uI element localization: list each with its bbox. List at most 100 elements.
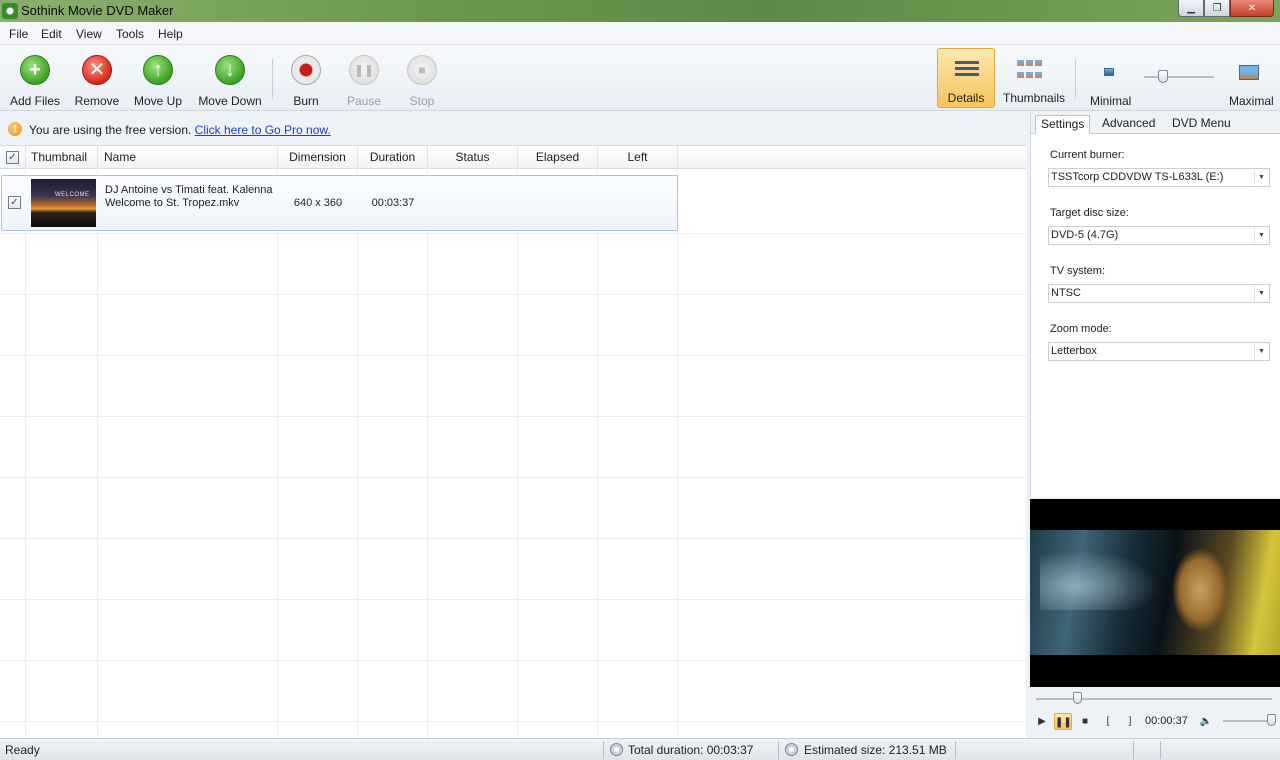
video-thumbnail: WELCOME [31, 179, 96, 227]
video-frame [1030, 530, 1280, 655]
stop-player-icon[interactable]: ■ [1076, 713, 1094, 730]
volume-thumb[interactable] [1267, 714, 1276, 726]
seek-bar[interactable] [1036, 698, 1272, 700]
tab-advanced[interactable]: Advanced [1097, 115, 1160, 134]
menu-view[interactable]: View [76, 27, 102, 41]
zoom-mode-select[interactable]: Letterbox ▼ [1048, 342, 1270, 361]
plus-icon: + [20, 55, 50, 85]
details-list-icon [955, 61, 979, 83]
remove-button[interactable]: ✕ Remove [72, 45, 122, 109]
file-name: DJ Antoine vs Timati feat. Kalenna Welco… [105, 184, 273, 209]
list-header: ✓ Thumbnail Name Dimension Duration Stat… [0, 146, 1026, 169]
chevron-down-icon: ▼ [1254, 344, 1268, 359]
seek-thumb[interactable] [1073, 692, 1082, 704]
tab-dvd-menu[interactable]: DVD Menu [1167, 115, 1236, 134]
zoom-slider-thumb[interactable] [1158, 70, 1168, 83]
thumbnails-grid-icon [1017, 60, 1045, 82]
menu-help[interactable]: Help [158, 27, 183, 41]
details-view-button[interactable]: Details [937, 48, 995, 108]
stop-button[interactable]: ■ Stop [400, 45, 444, 109]
thumbnails-view-button[interactable]: Thumbnails [1003, 48, 1065, 108]
mark-in-icon[interactable]: [ [1099, 713, 1117, 730]
burn-button[interactable]: Burn [284, 45, 328, 109]
zoom-mode-value: Letterbox [1051, 345, 1097, 357]
minimal-label: Minimal [1090, 94, 1132, 108]
maximal-label: Maximal [1229, 94, 1274, 108]
current-burner-value: TSSTcorp CDDVDW TS-L633L (E:) [1051, 171, 1224, 183]
video-preview [1030, 499, 1280, 687]
move-up-button[interactable]: ↑ Move Up [131, 45, 185, 109]
minimal-zoom-icon[interactable] [1104, 68, 1114, 76]
details-label: Details [947, 91, 985, 105]
stage-light-flare [1040, 550, 1160, 610]
volume-icon[interactable]: 🔈 [1197, 713, 1215, 730]
disc-size-select[interactable]: DVD-5 (4.7G) ▼ [1048, 226, 1270, 245]
notice-text-container: You are using the free version. Click he… [29, 123, 331, 137]
grid-line [0, 233, 1026, 234]
zoom-slider-track[interactable] [1144, 76, 1214, 78]
free-version-notice: ! You are using the free version. Click … [0, 117, 1026, 141]
header-left[interactable]: Left [598, 146, 678, 169]
window-title: Sothink Movie DVD Maker [21, 3, 174, 18]
volume-slider[interactable] [1223, 720, 1273, 722]
tv-system-label: TV system: [1050, 265, 1106, 277]
menu-tools[interactable]: Tools [116, 27, 144, 41]
tv-system-select[interactable]: NTSC ▼ [1048, 284, 1270, 303]
current-burner-select[interactable]: TSSTcorp CDDVDW TS-L633L (E:) ▼ [1048, 168, 1270, 187]
grid-line [677, 169, 678, 738]
pause-player-icon[interactable]: ❚❚ [1054, 713, 1072, 730]
maximal-zoom-icon[interactable] [1239, 65, 1259, 80]
header-name[interactable]: Name [98, 146, 278, 169]
grid-line [0, 355, 1026, 356]
go-pro-link[interactable]: Click here to Go Pro now. [195, 123, 331, 137]
status-separator [1133, 741, 1134, 759]
chevron-down-icon: ▼ [1254, 286, 1268, 301]
file-duration: 00:03:37 [371, 197, 415, 209]
header-dimension[interactable]: Dimension [278, 146, 358, 169]
row-checkbox[interactable]: ✓ [8, 196, 21, 209]
table-row[interactable]: ✓ WELCOME DJ Antoine vs Timati feat. Kal… [1, 175, 678, 231]
arrow-up-icon: ↑ [143, 55, 173, 85]
remove-label: Remove [74, 94, 120, 108]
minimize-button[interactable]: ▁ [1178, 0, 1204, 17]
file-elapsed [518, 176, 598, 230]
pause-button[interactable]: ❚❚ Pause [342, 45, 386, 109]
toolbar-separator [272, 59, 273, 99]
grid-line [427, 169, 428, 738]
select-all-column: ✓ [0, 146, 26, 169]
grid-line [0, 721, 1026, 722]
clock-icon [610, 743, 623, 756]
select-all-checkbox[interactable]: ✓ [6, 151, 19, 164]
add-files-label: Add Files [9, 94, 61, 108]
status-estimated-size: Estimated size: 213.51 MB [804, 743, 947, 757]
play-icon[interactable]: ▶ [1033, 713, 1051, 730]
move-down-label: Move Down [198, 94, 262, 108]
maximize-button[interactable]: ❐ [1204, 0, 1230, 17]
disc-icon [785, 743, 798, 756]
chevron-down-icon: ▼ [1254, 228, 1268, 243]
thumbnail-caption: WELCOME [55, 192, 90, 198]
move-down-button[interactable]: ↓ Move Down [195, 45, 265, 109]
chevron-down-icon: ▼ [1254, 170, 1268, 185]
tab-settings[interactable]: Settings [1035, 115, 1091, 134]
header-thumbnail[interactable]: Thumbnail [26, 146, 98, 169]
grid-line [517, 169, 518, 738]
header-status[interactable]: Status [428, 146, 518, 169]
tv-system-value: NTSC [1051, 287, 1081, 299]
toolbar-separator-2 [1075, 59, 1076, 99]
header-duration[interactable]: Duration [358, 146, 428, 169]
add-files-button[interactable]: + Add Files [8, 45, 62, 109]
header-elapsed[interactable]: Elapsed [518, 146, 598, 169]
notice-text: You are using the free version. [29, 123, 192, 137]
status-bar: Ready Total duration: 00:03:37 Estimated… [0, 738, 1280, 760]
mark-out-icon[interactable]: ] [1121, 713, 1139, 730]
current-burner-label: Current burner: [1050, 149, 1125, 161]
grid-line [97, 169, 98, 738]
menu-file[interactable]: File [9, 27, 28, 41]
zoom-mode-label: Zoom mode: [1050, 323, 1112, 335]
close-button[interactable]: ✕ [1230, 0, 1274, 17]
move-up-label: Move Up [133, 94, 183, 108]
info-icon: ! [8, 122, 22, 136]
menu-edit[interactable]: Edit [41, 27, 62, 41]
grid-line [277, 169, 278, 738]
